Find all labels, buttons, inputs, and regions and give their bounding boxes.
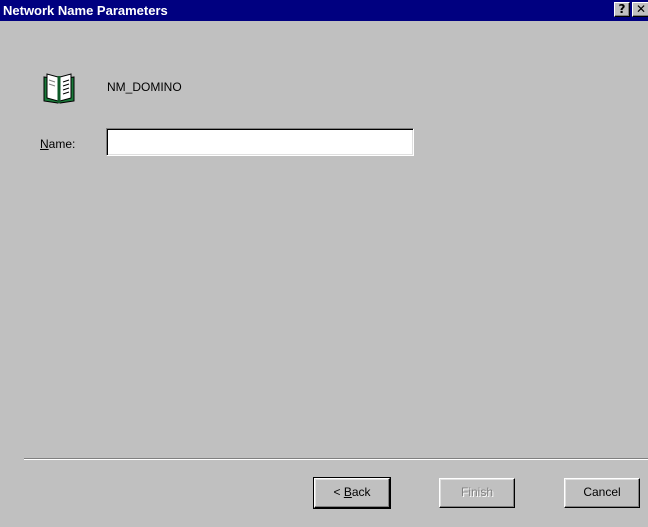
finish-button[interactable]: Finish [439, 478, 515, 508]
resource-name: NM_DOMINO [107, 80, 182, 94]
cancel-button[interactable]: Cancel [564, 478, 640, 508]
network-name-parameters-dialog: Network Name Parameters ? ✕ NM_DOMINO Na… [0, 0, 648, 527]
help-button[interactable]: ? [614, 2, 630, 17]
name-input[interactable] [106, 128, 414, 156]
question-mark-icon: ? [618, 2, 626, 16]
close-icon: ✕ [635, 2, 647, 16]
back-label: ack [351, 485, 371, 499]
finish-label: Finish [460, 485, 493, 499]
name-label-mnemonic: N [40, 137, 49, 151]
title-bar[interactable]: Network Name Parameters ? ✕ [0, 0, 648, 21]
name-label: Name: [40, 137, 75, 151]
separator [24, 458, 648, 460]
window-title: Network Name Parameters [3, 3, 168, 18]
name-label-text: ame: [48, 137, 76, 151]
back-button[interactable]: < Back [313, 477, 391, 509]
back-prefix: < [333, 485, 344, 499]
close-button[interactable]: ✕ [632, 2, 648, 17]
back-mnemonic: B [343, 485, 352, 499]
cancel-label: Cancel [583, 485, 621, 499]
open-book-icon [43, 73, 75, 104]
